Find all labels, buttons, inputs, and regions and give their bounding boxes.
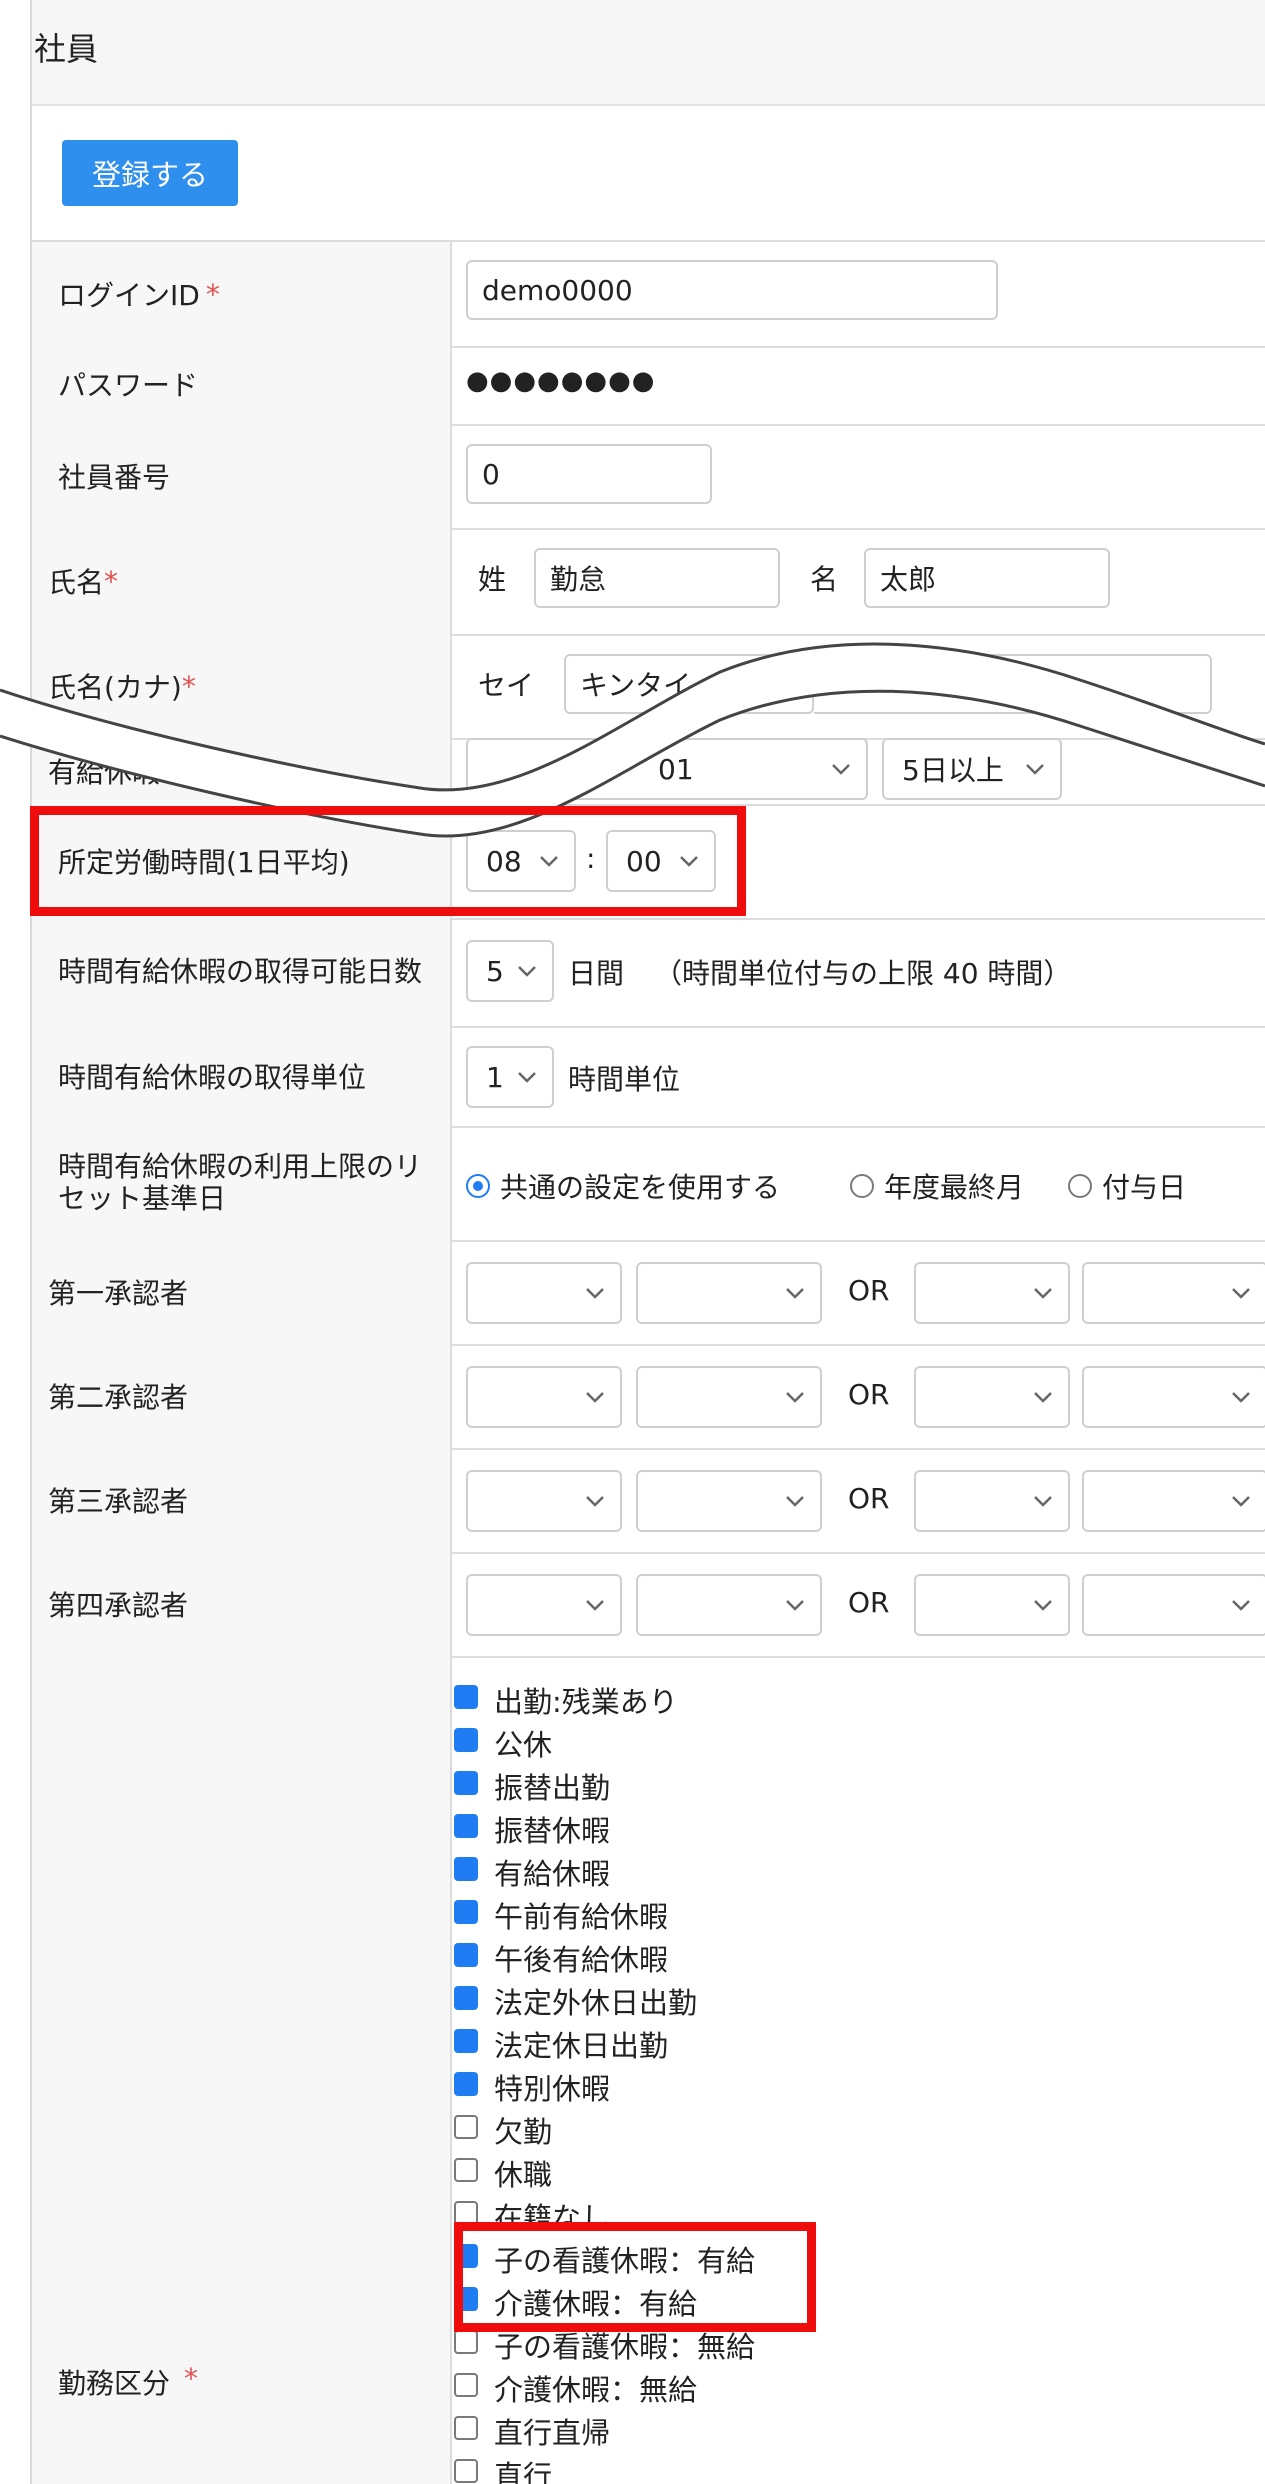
page-break-tear (0, 642, 1265, 838)
screenshot-frame: 社員 登録する ログインID * demo0000 パスワード ●●●●●●●● … (0, 0, 1265, 2484)
highlight-nursing-care-paid (454, 2222, 816, 2332)
highlight-scheduled-hours (30, 806, 746, 916)
